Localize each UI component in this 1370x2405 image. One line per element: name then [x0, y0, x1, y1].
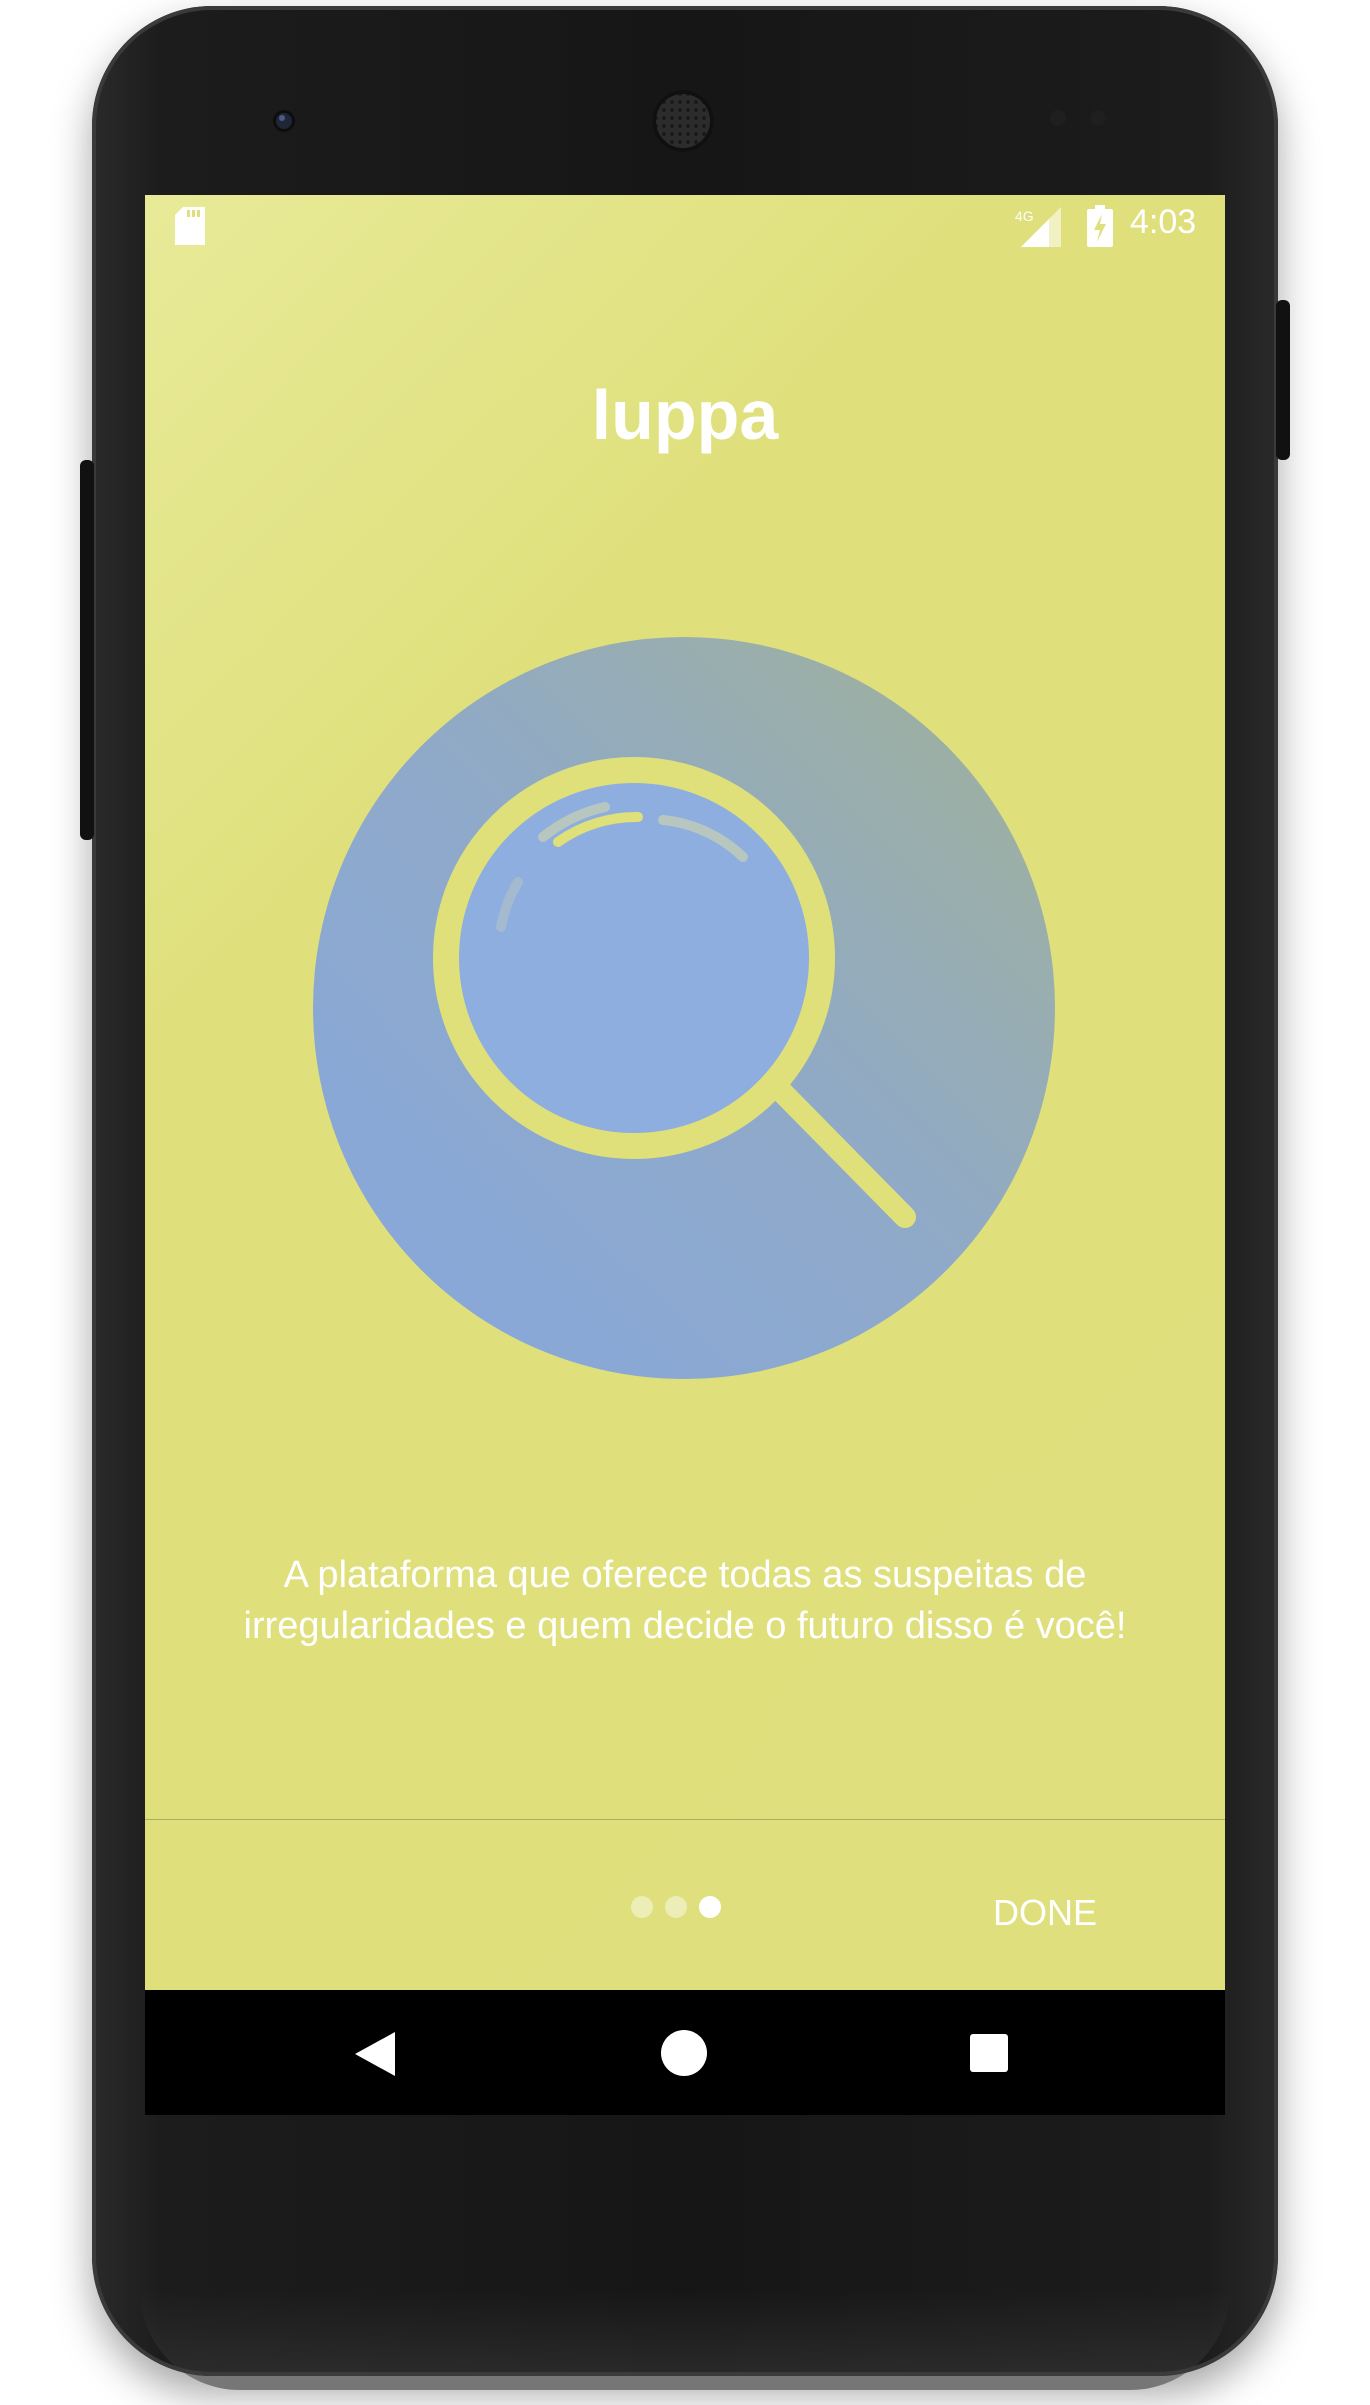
status-bar: 4G 4:03 — [145, 195, 1225, 261]
page-dot-3-active — [699, 1896, 721, 1918]
page-indicator — [631, 1896, 721, 1918]
onboarding-description: A plataforma que oferece todas as suspei… — [185, 1550, 1185, 1652]
app-screen: 4G 4:03 luppa A plataforma que oferece t… — [145, 195, 1225, 1990]
battery-charging-icon — [1087, 205, 1113, 247]
earpiece-speaker — [652, 90, 714, 152]
page-dot-2 — [665, 1896, 687, 1918]
proximity-sensor — [1050, 110, 1066, 126]
signal-icon: 4G — [1015, 207, 1061, 247]
page-dot-1 — [631, 1896, 653, 1918]
home-icon[interactable] — [661, 2030, 707, 2076]
phone-bottom-edge — [140, 2290, 1230, 2390]
bottom-divider — [145, 1819, 1225, 1820]
power-button — [1276, 300, 1290, 460]
light-sensor — [1090, 110, 1106, 126]
network-type-label: 4G — [1015, 208, 1034, 224]
front-camera — [273, 110, 295, 132]
description-line-2: irregularidades e quem decide o futuro d… — [243, 1605, 1127, 1647]
description-line-1: A plataforma que oferece todas as suspei… — [283, 1554, 1087, 1596]
status-clock: 4:03 — [1130, 203, 1197, 241]
sd-card-icon — [175, 207, 205, 245]
magnifying-glass-icon — [313, 637, 1055, 1379]
back-icon[interactable] — [355, 2032, 395, 2076]
done-button[interactable]: DONE — [970, 1885, 1120, 1941]
volume-button — [80, 460, 94, 840]
recents-icon[interactable] — [970, 2034, 1008, 2072]
navigation-bar — [145, 1990, 1225, 2115]
app-title: luppa — [591, 376, 779, 454]
